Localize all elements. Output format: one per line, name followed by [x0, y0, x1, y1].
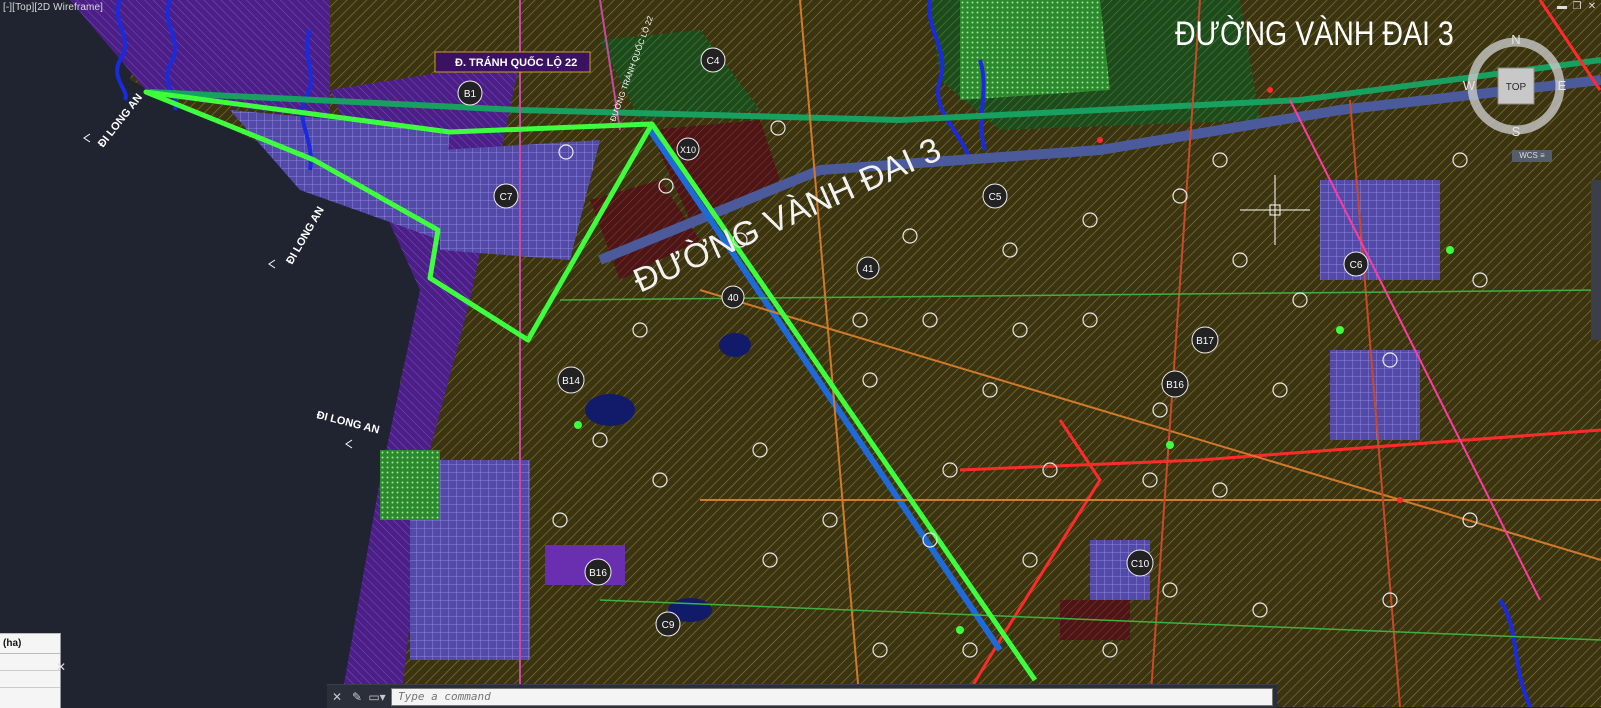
zone-label-c9: C9 [655, 611, 681, 637]
zone-label-c10: C10 [1126, 549, 1154, 577]
compass-east[interactable]: E [1558, 78, 1567, 93]
zone-label-b17: B17 [1191, 326, 1219, 354]
zone-label-text: 40 [727, 293, 739, 304]
pond [585, 394, 635, 426]
ring-road-title: ĐƯỜNG VÀNH ĐAI 3 [1175, 15, 1454, 53]
area-table-header: (ha) [0, 634, 60, 654]
zone-label-text: B17 [1196, 336, 1214, 347]
close-icon[interactable]: ✕ [327, 687, 347, 707]
zone-label-text: C4 [707, 56, 720, 67]
compass-south[interactable]: S [1512, 124, 1521, 139]
compass-north[interactable]: N [1511, 32, 1520, 47]
bypass-label: Đ. TRÁNH QUỐC LỘ 22 [455, 55, 577, 69]
zone-label-text: B16 [1166, 380, 1184, 391]
viewcube-face-label: TOP [1506, 82, 1527, 93]
zone-label-text: C6 [1350, 260, 1363, 271]
green-zone [380, 450, 440, 520]
zone-label-text: C5 [989, 192, 1002, 203]
area-table-panel: (ha) [0, 633, 61, 708]
command-line-bar: ✕ ✎ ▭▾ [327, 684, 1277, 708]
restore-icon[interactable]: ❐ [1572, 2, 1582, 12]
zone-label-41: 41 [856, 256, 880, 280]
table-row [0, 654, 60, 671]
command-input[interactable] [391, 687, 1273, 706]
zone-label-text: B16 [589, 568, 607, 579]
zone-block [545, 545, 625, 585]
pond [719, 333, 751, 357]
zone-label-b16a: B16 [584, 558, 612, 586]
viewcube[interactable]: TOP N S E W [1460, 30, 1572, 142]
zone-label-c4: C4 [700, 47, 726, 73]
zone-label-text: B14 [562, 376, 580, 387]
close-icon[interactable]: ✕ [1587, 2, 1597, 12]
drawing-viewport[interactable]: B1 C4 C7 C5 B14 B16 B17 B16 C6 C10 C9 40… [0, 0, 1601, 708]
zone-label-b16b: B16 [1161, 370, 1189, 398]
close-icon[interactable]: ✕ [56, 660, 66, 674]
zone-label-c6: C6 [1343, 251, 1369, 277]
minimize-icon[interactable]: ▬ [1557, 2, 1567, 12]
zone-label-b14: B14 [557, 366, 585, 394]
viewport-window-controls: ▬ ❐ ✕ [1557, 2, 1597, 12]
zone-label-text: X10 [680, 145, 696, 155]
zone-label-c7: C7 [493, 183, 519, 209]
compass-west[interactable]: W [1463, 78, 1476, 93]
wcs-menu[interactable]: WCS ≡ [1512, 150, 1552, 162]
zone-label-text: C7 [500, 192, 513, 203]
zone-label-text: B1 [464, 89, 477, 100]
vertical-scrollbar[interactable] [1591, 180, 1601, 340]
zone-label-text: C9 [662, 620, 675, 631]
customize-icon[interactable]: ✎ [347, 687, 367, 707]
viewport-label[interactable]: [-][Top][2D Wireframe] [3, 2, 103, 13]
zone-label-b1: B1 [457, 80, 483, 106]
zone-label-x10: X10 [676, 137, 700, 161]
map-canvas[interactable]: B1 C4 C7 C5 B14 B16 B17 B16 C6 C10 C9 40… [0, 0, 1601, 707]
zone-label-c5: C5 [982, 183, 1008, 209]
zone-label-text: 41 [862, 264, 874, 275]
recent-commands-icon[interactable]: ▭▾ [367, 687, 387, 707]
zone-label-40: 40 [721, 285, 745, 309]
zone-label-text: C10 [1131, 559, 1150, 570]
table-row [0, 671, 60, 688]
